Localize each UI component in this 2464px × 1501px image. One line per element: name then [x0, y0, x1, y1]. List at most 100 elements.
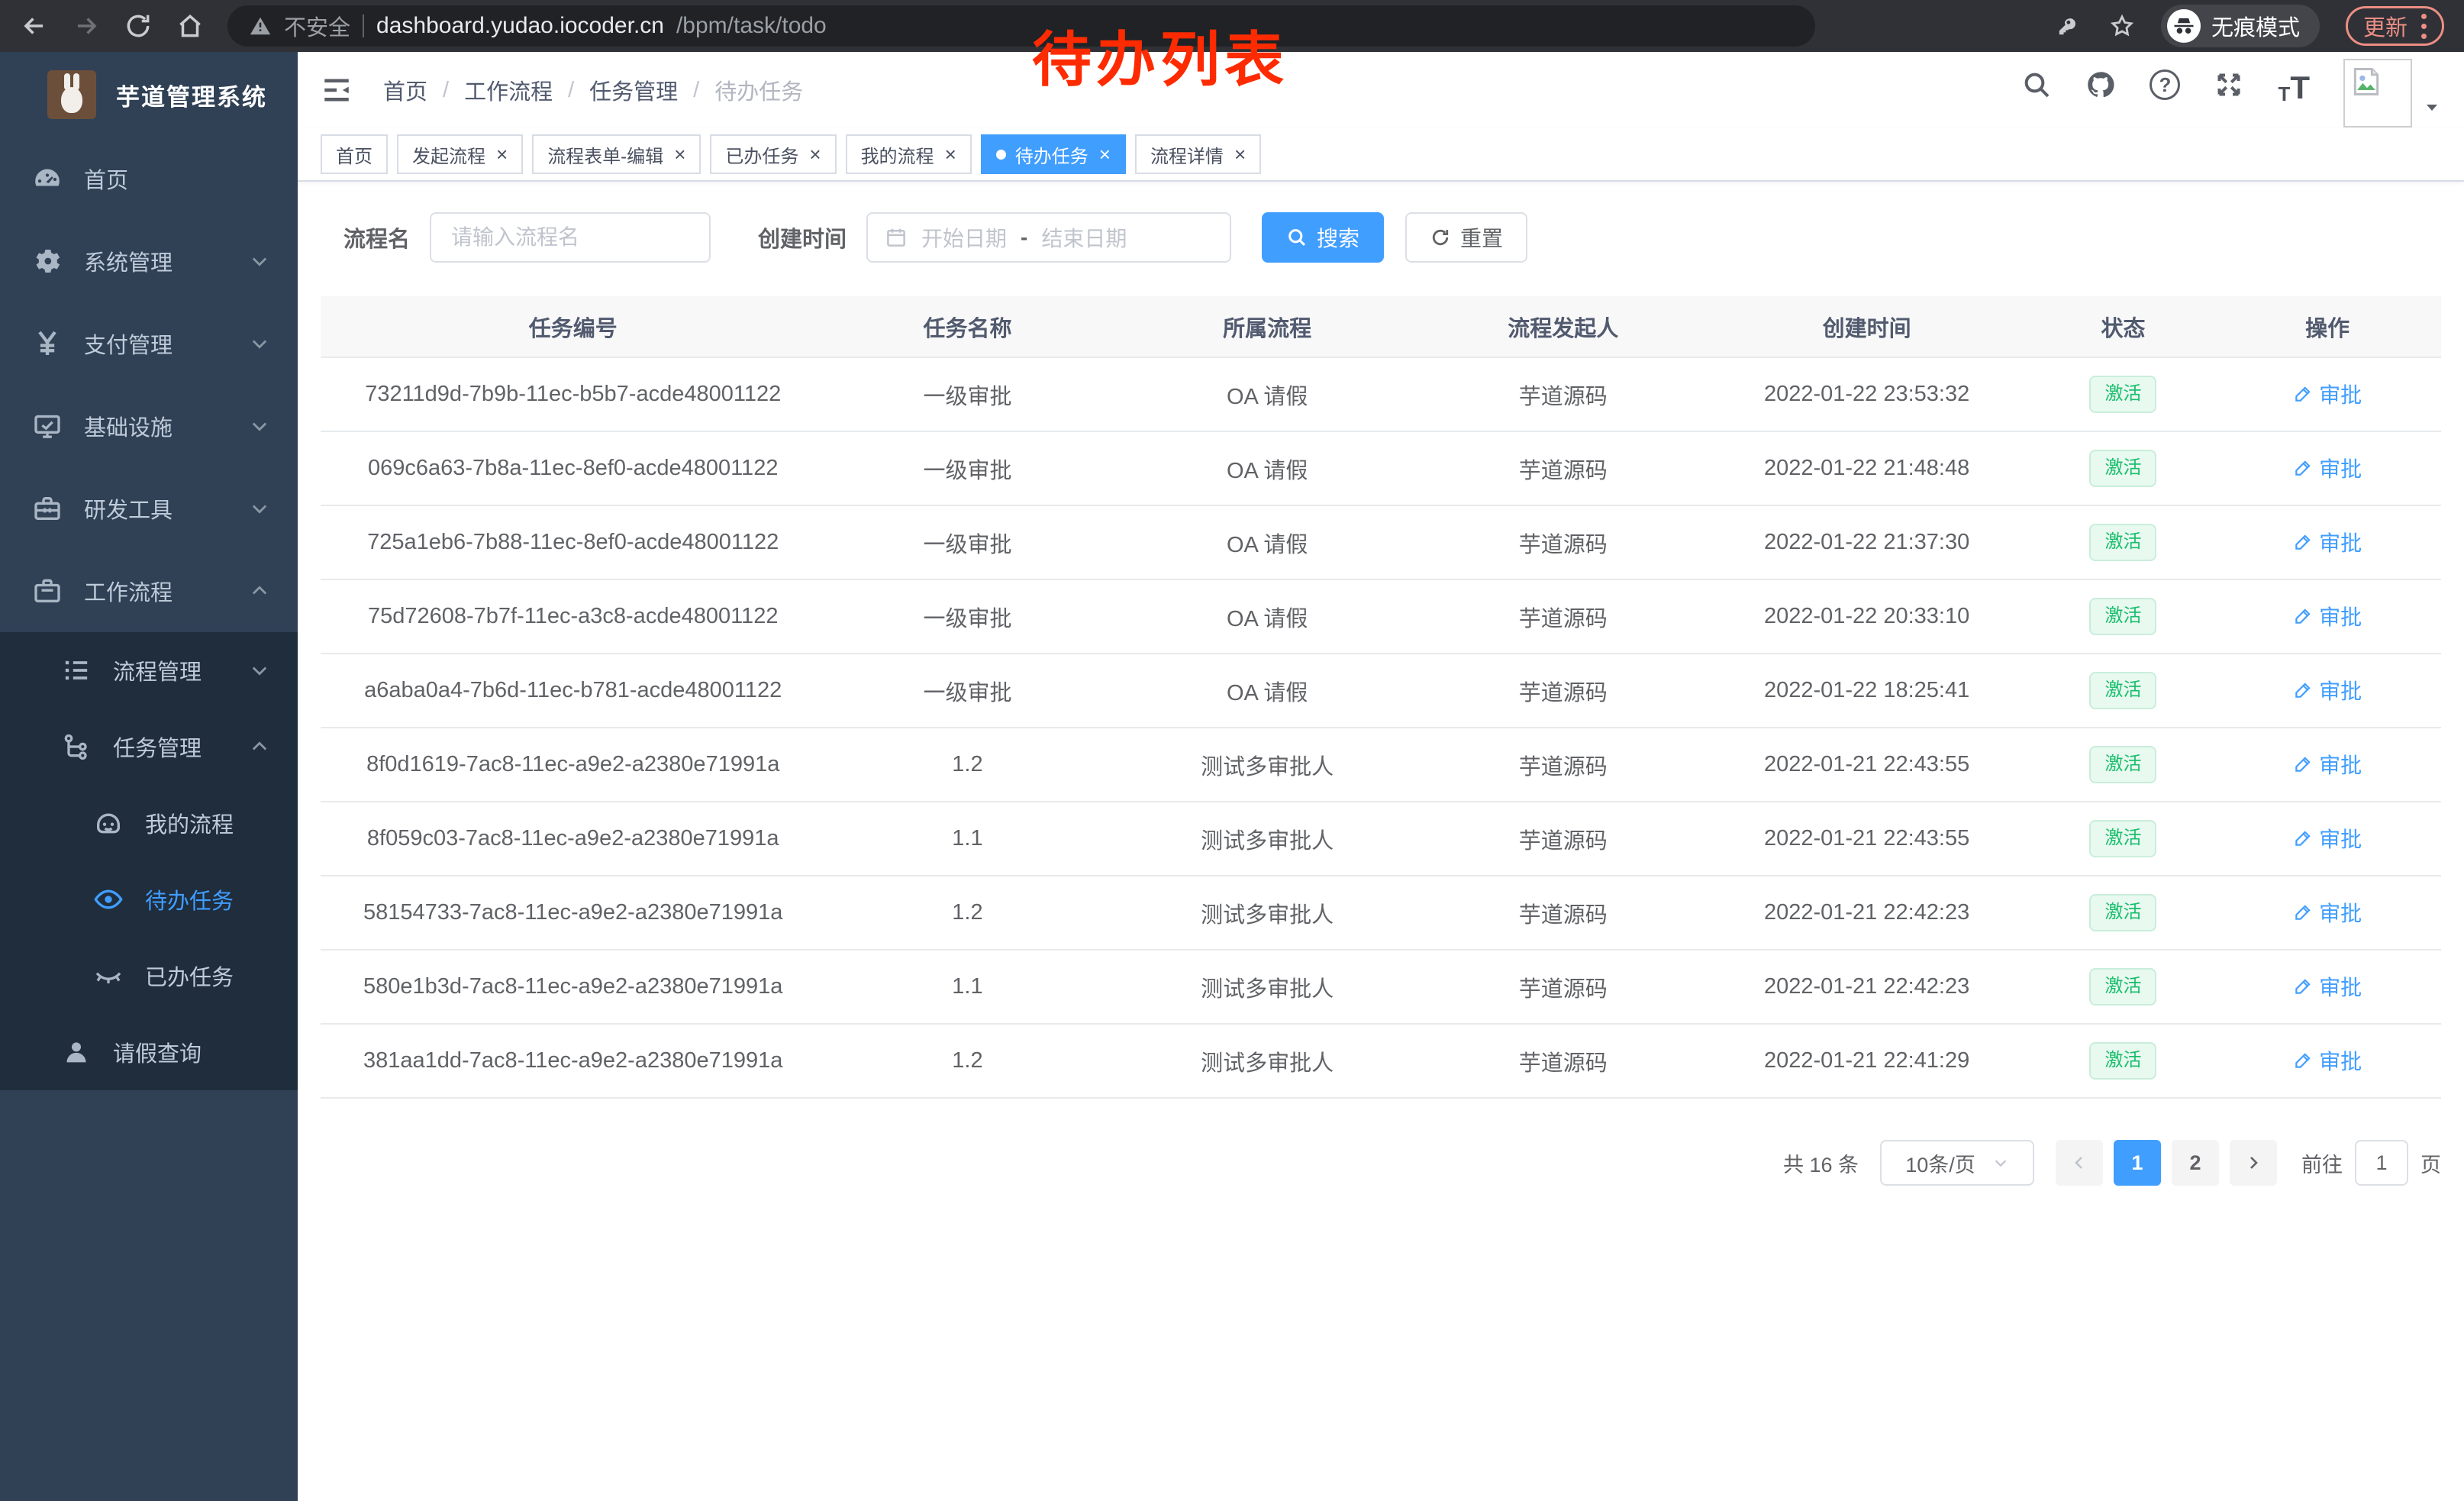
- browser-menu-icon[interactable]: [2421, 14, 2427, 39]
- warning-icon: [249, 15, 272, 37]
- browser-update-button[interactable]: 更新: [2346, 6, 2444, 46]
- sidebar-item-系统管理[interactable]: 系统管理: [0, 220, 298, 302]
- close-icon[interactable]: ×: [945, 144, 956, 164]
- user-avatar-menu[interactable]: [2343, 53, 2441, 128]
- tab-首页[interactable]: 首页: [321, 134, 388, 174]
- page-button-1[interactable]: 1: [2114, 1140, 2161, 1186]
- tab-待办任务[interactable]: 待办任务×: [981, 134, 1126, 174]
- action-cell: 审批: [2214, 1024, 2441, 1098]
- page-size-select[interactable]: 10条/页: [1880, 1140, 2034, 1186]
- approve-link[interactable]: 审批: [2293, 453, 2362, 483]
- pen-icon: [2293, 458, 2313, 478]
- sidebar-item-已办任务[interactable]: 已办任务: [0, 938, 298, 1014]
- task-id: 73211d9d-7b9b-11ec-b5b7-acde48001122: [321, 357, 825, 431]
- sidebar-item-流程管理[interactable]: 流程管理: [0, 632, 298, 709]
- search-button[interactable]: 搜索: [1262, 212, 1384, 263]
- chevron-down-icon: [249, 660, 270, 681]
- sidebar-item-首页[interactable]: 首页: [0, 137, 298, 220]
- tab-label: 发起流程: [412, 141, 485, 168]
- approve-link[interactable]: 审批: [2293, 897, 2362, 928]
- sidebar-collapse-icon[interactable]: [321, 74, 353, 106]
- action-cell: 审批: [2214, 876, 2441, 950]
- sidebar-item-label: 研发工具: [84, 492, 173, 525]
- tab-发起流程[interactable]: 发起流程 ×: [397, 134, 523, 174]
- breadcrumb-separator: /: [443, 78, 449, 103]
- reload-icon[interactable]: [124, 11, 153, 40]
- approve-link[interactable]: 审批: [2293, 601, 2362, 631]
- tab-我的流程[interactable]: 我的流程 ×: [846, 134, 972, 174]
- caret-down-icon: [2423, 98, 2441, 117]
- back-icon[interactable]: [20, 11, 49, 40]
- breadcrumb-item[interactable]: 工作流程: [464, 74, 553, 106]
- avatar[interactable]: [2343, 59, 2412, 128]
- approve-link[interactable]: 审批: [2293, 971, 2362, 1002]
- table-body: 73211d9d-7b9b-11ec-b5b7-acde48001122一级审批…: [321, 357, 2441, 1098]
- task-id: 58154733-7ac8-11ec-a9e2-a2380e71991a: [321, 876, 825, 950]
- sidebar-item-我的流程[interactable]: 我的流程: [0, 785, 298, 861]
- sidebar-item-支付管理[interactable]: 支付管理: [0, 302, 298, 385]
- tab-流程表单-编辑[interactable]: 流程表单-编辑×: [532, 134, 701, 174]
- forward-icon[interactable]: [72, 11, 101, 40]
- fullscreen-icon[interactable]: [2214, 69, 2244, 100]
- sidebar-item-请假查询[interactable]: 请假查询: [0, 1014, 298, 1090]
- task-name: 1.1: [825, 950, 1109, 1024]
- refresh-icon: [1430, 227, 1451, 248]
- tab-流程详情[interactable]: 流程详情×: [1135, 134, 1261, 174]
- password-key-icon[interactable]: [2057, 13, 2083, 39]
- status-badge: 激活: [2089, 820, 2156, 857]
- briefcase-icon: [32, 576, 63, 606]
- sidebar-item-label: 支付管理: [84, 328, 173, 360]
- font-size-icon[interactable]: [2278, 69, 2310, 106]
- sidebar-item-工作流程[interactable]: 工作流程: [0, 550, 298, 632]
- approve-link[interactable]: 审批: [2293, 749, 2362, 780]
- close-icon[interactable]: ×: [674, 144, 685, 164]
- process-name: 测试多审批人: [1109, 728, 1424, 802]
- sidebar-item-研发工具[interactable]: 研发工具: [0, 467, 298, 550]
- reset-button[interactable]: 重置: [1405, 212, 1527, 263]
- close-icon[interactable]: ×: [809, 144, 821, 164]
- github-icon[interactable]: [2085, 69, 2116, 100]
- breadcrumb-item[interactable]: 首页: [383, 74, 427, 106]
- app-logo[interactable]: 芋道管理系统: [0, 52, 298, 137]
- home-icon[interactable]: [176, 11, 205, 40]
- create-time-range-picker[interactable]: 开始日期 - 结束日期: [866, 212, 1231, 263]
- tab-label: 我的流程: [861, 141, 934, 168]
- created-time: 2022-01-22 23:53:32: [1701, 357, 2033, 431]
- breadcrumb: 首页/工作流程/任务管理/待办任务: [383, 74, 803, 106]
- sidebar-item-任务管理[interactable]: 任务管理: [0, 709, 298, 785]
- approve-link[interactable]: 审批: [2293, 1045, 2362, 1076]
- close-icon[interactable]: ×: [1234, 144, 1246, 164]
- process-name-input[interactable]: [430, 212, 711, 263]
- help-icon[interactable]: [2150, 69, 2180, 100]
- sidebar-item-待办任务[interactable]: 待办任务: [0, 861, 298, 938]
- table-row: 580e1b3d-7ac8-11ec-a9e2-a2380e71991a1.1测…: [321, 950, 2441, 1024]
- address-bar[interactable]: 不安全 dashboard.yudao.iocoder.cn/bpm/task/…: [227, 5, 1815, 47]
- approve-link[interactable]: 审批: [2293, 527, 2362, 557]
- breadcrumb-item[interactable]: 任务管理: [589, 74, 678, 106]
- chevron-down-icon: [1992, 1154, 2009, 1171]
- bookmark-star-icon[interactable]: [2109, 13, 2135, 39]
- process-name: OA 请假: [1109, 505, 1424, 579]
- prev-page-button[interactable]: [2056, 1140, 2103, 1186]
- close-icon[interactable]: ×: [496, 144, 508, 164]
- page-button-2[interactable]: 2: [2172, 1140, 2219, 1186]
- close-icon[interactable]: ×: [1099, 144, 1111, 164]
- approve-link[interactable]: 审批: [2293, 379, 2362, 409]
- pagination-total: 共 16 条: [1783, 1148, 1859, 1178]
- approve-link[interactable]: 审批: [2293, 823, 2362, 854]
- action-cell: 审批: [2214, 728, 2441, 802]
- goto-page-input[interactable]: [2355, 1140, 2408, 1186]
- tab-已办任务[interactable]: 已办任务×: [710, 134, 836, 174]
- sidebar-item-label: 已办任务: [145, 960, 234, 992]
- approve-link[interactable]: 审批: [2293, 675, 2362, 705]
- action-cell: 审批: [2214, 431, 2441, 505]
- sidebar-item-基础设施[interactable]: 基础设施: [0, 385, 298, 467]
- breadcrumb-separator: /: [568, 78, 574, 103]
- task-name: 1.2: [825, 876, 1109, 950]
- created-time: 2022-01-21 22:41:29: [1701, 1024, 2033, 1098]
- initiator: 芋道源码: [1425, 654, 1701, 728]
- next-page-button[interactable]: [2230, 1140, 2277, 1186]
- chevron-down-icon: [249, 250, 270, 272]
- search-icon[interactable]: [2021, 69, 2052, 100]
- incognito-icon: [2167, 9, 2201, 43]
